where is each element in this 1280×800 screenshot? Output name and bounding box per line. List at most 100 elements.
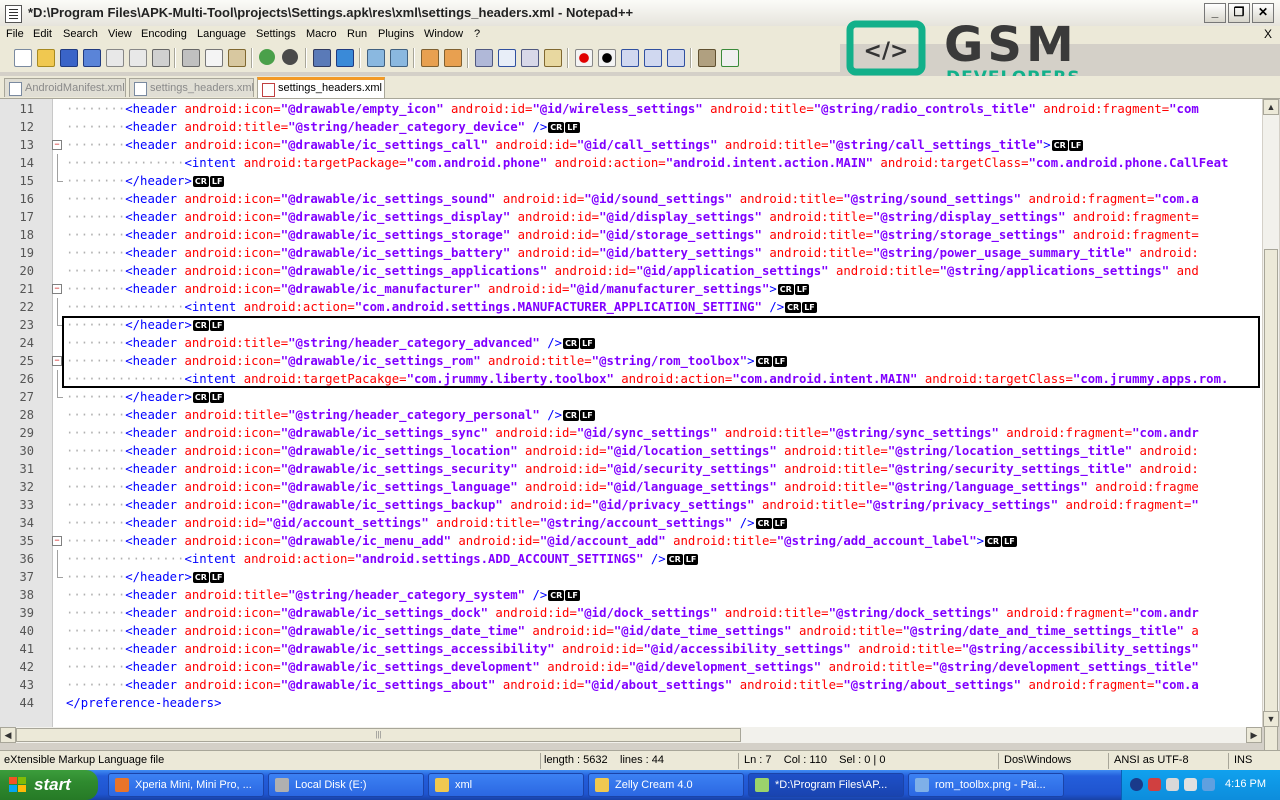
fold-toggle-icon[interactable]: − xyxy=(52,284,62,294)
horizontal-scroll-thumb[interactable]: ||| xyxy=(16,728,741,742)
start-button[interactable]: start xyxy=(0,770,98,800)
save-macro-icon[interactable] xyxy=(667,49,685,67)
code-line[interactable]: 17 ········<header android:icon="@drawabl… xyxy=(0,208,1262,226)
tab-android-manifest[interactable]: AndroidManifest.xml xyxy=(4,78,126,97)
fold-toggle-icon[interactable]: − xyxy=(52,536,62,546)
code-editor[interactable]: 11 ········<header android:icon="@drawabl… xyxy=(0,99,1262,727)
sync-horizontal-icon[interactable] xyxy=(444,49,462,67)
tab-settings-headers-active[interactable]: settings_headers.xml xyxy=(257,77,385,98)
code-line[interactable]: 34 ········<header android:id="@id/accoun… xyxy=(0,514,1262,532)
close-button[interactable]: ✕ xyxy=(1252,3,1274,23)
tab-settings-headers[interactable]: settings_headers.xml xyxy=(129,78,254,97)
menu-plugins[interactable]: Plugins xyxy=(378,28,414,40)
scroll-down-icon[interactable]: ▼ xyxy=(1263,711,1279,727)
code-line[interactable]: 19 ········<header android:icon="@drawabl… xyxy=(0,244,1262,262)
open-file-icon[interactable] xyxy=(37,49,55,67)
cut-icon[interactable] xyxy=(182,49,200,67)
code-line[interactable]: 28 ········<header android:title="@string… xyxy=(0,406,1262,424)
code-line[interactable]: 35 − ········<header android:icon="@drawab… xyxy=(0,532,1262,550)
code-line[interactable]: 15 ········</header> CR LF xyxy=(0,172,1262,190)
volume-icon[interactable] xyxy=(1184,778,1197,791)
code-line[interactable]: 14 ················<intent android:target… xyxy=(0,154,1262,172)
scroll-left-icon[interactable]: ◀ xyxy=(0,727,16,743)
close-all-icon[interactable] xyxy=(129,49,147,67)
spell-check-icon[interactable] xyxy=(721,49,739,67)
word-wrap-icon[interactable] xyxy=(475,49,493,67)
connection-icon[interactable] xyxy=(1202,778,1215,791)
stop-macro-icon[interactable] xyxy=(598,49,616,67)
menu-edit[interactable]: Edit xyxy=(33,28,52,40)
menu-settings[interactable]: Settings xyxy=(256,28,296,40)
code-line[interactable]: 44 </preference-headers> xyxy=(0,694,1262,712)
taskbar-item-notepadpp[interactable]: *D:\Program Files\AP... xyxy=(748,773,904,797)
menu-view[interactable]: View xyxy=(108,28,132,40)
menu-file[interactable]: File xyxy=(6,28,24,40)
save-all-icon[interactable] xyxy=(83,49,101,67)
record-macro-icon[interactable] xyxy=(575,49,593,67)
menu-encoding[interactable]: Encoding xyxy=(141,28,187,40)
save-icon[interactable] xyxy=(60,49,78,67)
close-document-button[interactable]: X xyxy=(1264,27,1272,41)
code-line[interactable]: 13 − ········<header android:icon="@drawab… xyxy=(0,136,1262,154)
close-file-icon[interactable] xyxy=(106,49,124,67)
run-macro-multiple-icon[interactable] xyxy=(644,49,662,67)
scroll-up-icon[interactable]: ▲ xyxy=(1263,99,1279,115)
menu-search[interactable]: Search xyxy=(63,28,98,40)
vertical-scrollbar[interactable]: ▲ ▼ xyxy=(1262,99,1279,799)
code-line[interactable]: 38 ········<header android:title="@string… xyxy=(0,586,1262,604)
code-line[interactable]: 30 ········<header android:icon="@drawabl… xyxy=(0,442,1262,460)
play-macro-icon[interactable] xyxy=(621,49,639,67)
paste-icon[interactable] xyxy=(228,49,246,67)
code-line[interactable]: 29 ········<header android:icon="@drawabl… xyxy=(0,424,1262,442)
code-line[interactable]: 12 ········<header android:title="@string… xyxy=(0,118,1262,136)
code-line[interactable]: 40 ········<header android:icon="@drawabl… xyxy=(0,622,1262,640)
replace-icon[interactable] xyxy=(336,49,354,67)
horizontal-scrollbar[interactable]: ◀ ||| ▶ xyxy=(0,727,1262,743)
new-file-icon[interactable] xyxy=(14,49,32,67)
zoom-in-icon[interactable] xyxy=(367,49,385,67)
antivirus-icon[interactable] xyxy=(1148,778,1161,791)
code-line[interactable]: 11 ········<header android:icon="@drawabl… xyxy=(0,100,1262,118)
code-line[interactable]: 21 − ········<header android:icon="@drawab… xyxy=(0,280,1262,298)
code-line[interactable]: 32 ········<header android:icon="@drawabl… xyxy=(0,478,1262,496)
code-line[interactable]: 16 ········<header android:icon="@drawabl… xyxy=(0,190,1262,208)
fold-toggle-icon[interactable]: − xyxy=(52,356,62,366)
code-line[interactable]: 42 ········<header android:icon="@drawabl… xyxy=(0,658,1262,676)
indent-guide-icon[interactable] xyxy=(521,49,539,67)
taskbar-item-zelly-cream[interactable]: Zelly Cream 4.0 xyxy=(588,773,744,797)
network-icon[interactable] xyxy=(1166,778,1179,791)
code-line[interactable]: 18 ········<header android:icon="@drawabl… xyxy=(0,226,1262,244)
menu-help[interactable]: ? xyxy=(474,28,480,40)
maximize-button[interactable]: ❐ xyxy=(1228,3,1250,23)
menu-run[interactable]: Run xyxy=(347,28,367,40)
code-line[interactable]: 31 ········<header android:icon="@drawabl… xyxy=(0,460,1262,478)
minimize-button[interactable]: _ xyxy=(1204,3,1226,23)
code-line[interactable]: 39 ········<header android:icon="@drawabl… xyxy=(0,604,1262,622)
taskbar-item-local-disk[interactable]: Local Disk (E:) xyxy=(268,773,424,797)
document-map-icon[interactable] xyxy=(544,49,562,67)
code-line[interactable]: 41 ········<header android:icon="@drawabl… xyxy=(0,640,1262,658)
code-line[interactable]: 27 ········</header> CR LF xyxy=(0,388,1262,406)
find-icon[interactable] xyxy=(313,49,331,67)
show-all-chars-icon[interactable] xyxy=(498,49,516,67)
taskbar-item-paint[interactable]: rom_toolbx.png - Pai... xyxy=(908,773,1064,797)
redo-icon[interactable] xyxy=(282,49,298,65)
code-line[interactable]: 43 ········<header android:icon="@drawabl… xyxy=(0,676,1262,694)
undo-icon[interactable] xyxy=(259,49,275,65)
code-line[interactable]: 36 ················<intent android:action… xyxy=(0,550,1262,568)
menu-window[interactable]: Window xyxy=(424,28,463,40)
code-line[interactable]: 37 ········</header> CR LF xyxy=(0,568,1262,586)
print-icon[interactable] xyxy=(152,49,170,67)
launch-browser-icon[interactable] xyxy=(698,49,716,67)
fold-toggle-icon[interactable]: − xyxy=(52,140,62,150)
taskbar-item-firefox[interactable]: Xperia Mini, Mini Pro, ... xyxy=(108,773,264,797)
sync-vertical-icon[interactable] xyxy=(421,49,439,67)
menu-macro[interactable]: Macro xyxy=(306,28,337,40)
code-line[interactable]: 33 ········<header android:icon="@drawabl… xyxy=(0,496,1262,514)
scroll-right-icon[interactable]: ▶ xyxy=(1246,727,1262,743)
taskbar-item-xml-folder[interactable]: xml xyxy=(428,773,584,797)
code-line[interactable]: 20 ········<header android:icon="@drawabl… xyxy=(0,262,1262,280)
zoom-out-icon[interactable] xyxy=(390,49,408,67)
code-line[interactable]: 22 ················<intent android:action… xyxy=(0,298,1262,316)
menu-language[interactable]: Language xyxy=(197,28,246,40)
